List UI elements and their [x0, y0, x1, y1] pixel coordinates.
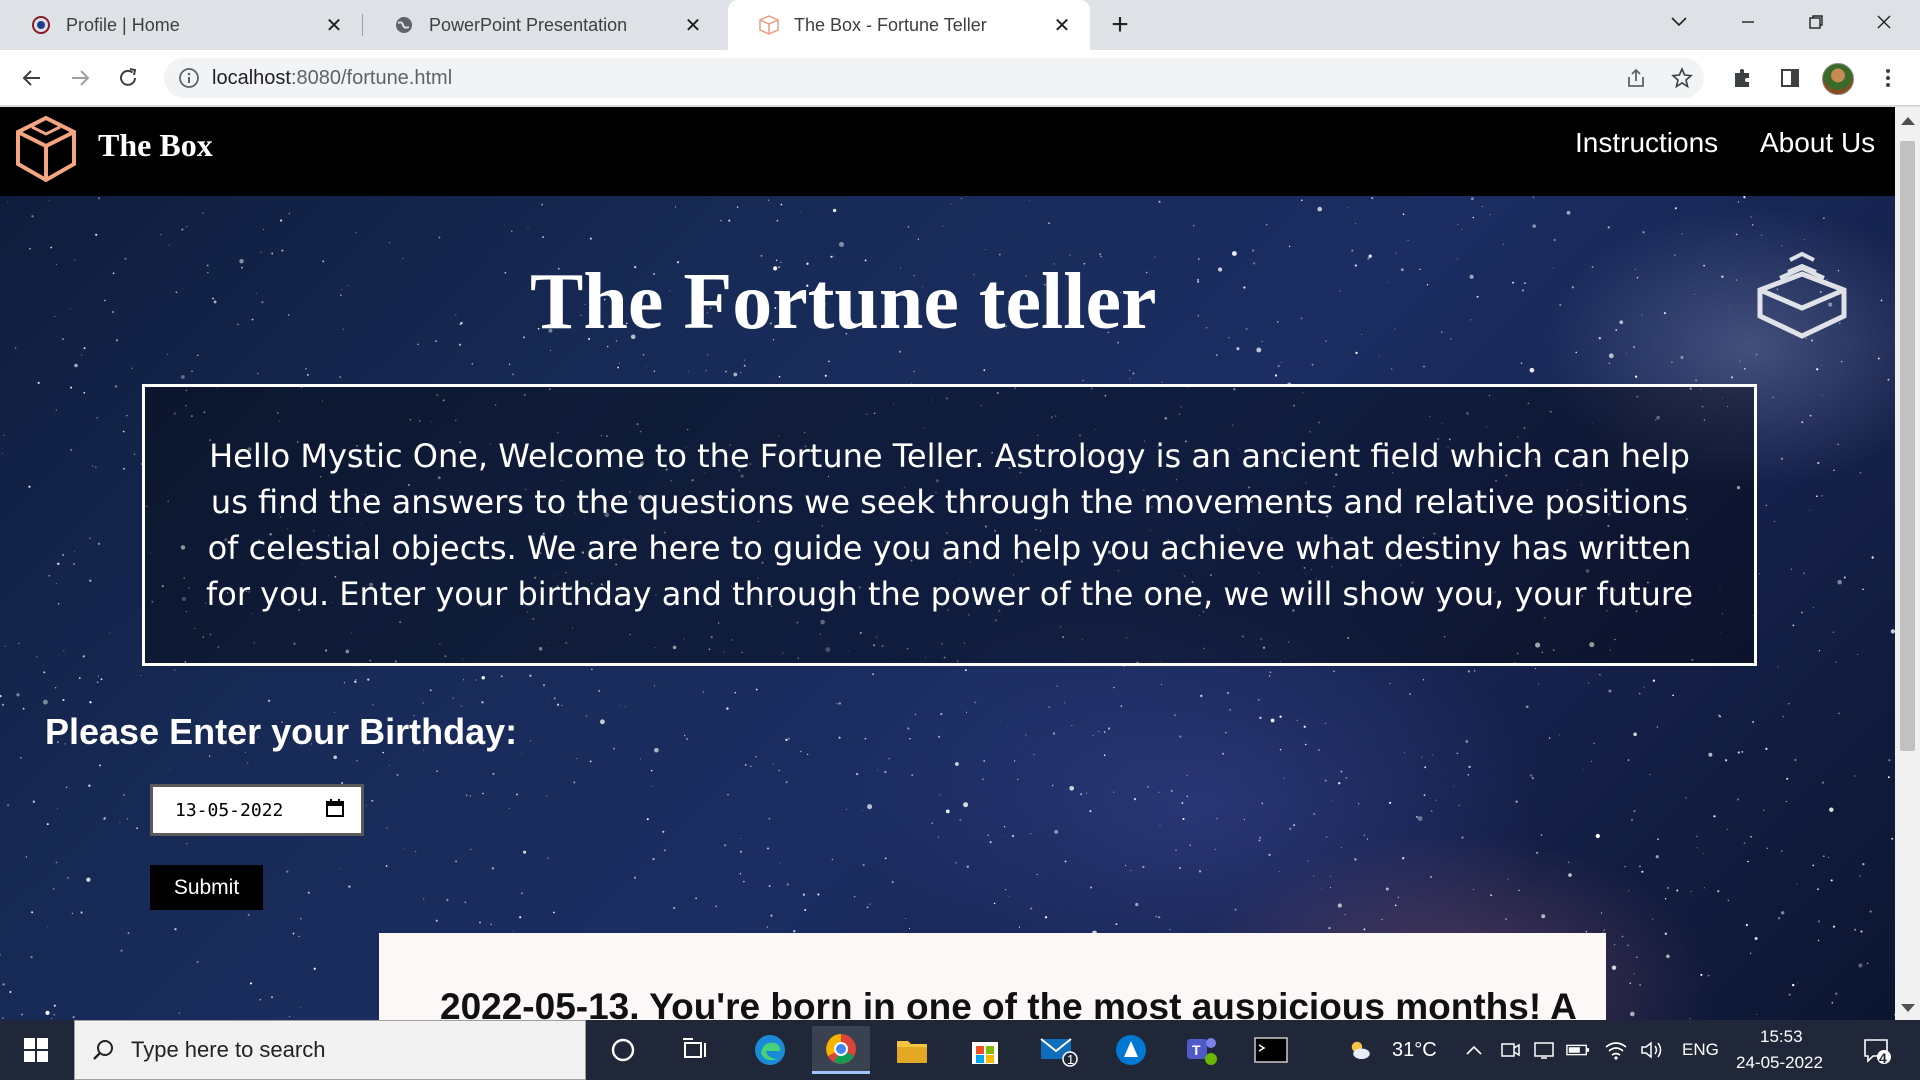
tab-profile-home[interactable]: Profile | Home ✕: [0, 0, 362, 50]
extensions-puzzle-icon[interactable]: [1726, 62, 1758, 94]
address-bar[interactable]: localhost:8080/fortune.html: [164, 58, 1704, 98]
mail-badge: 1: [1067, 1052, 1075, 1067]
birthday-date-input[interactable]: 13-05-2022: [150, 784, 364, 836]
profile-favicon-icon: [30, 14, 52, 36]
tab-fortune-teller[interactable]: The Box - Fortune Teller ✕: [728, 0, 1090, 50]
volume-icon[interactable]: [1640, 1038, 1664, 1062]
display-sync-icon[interactable]: [1532, 1038, 1556, 1062]
url-host: localhost: [212, 67, 291, 89]
tab-powerpoint[interactable]: PowerPoint Presentation ✕: [363, 0, 721, 50]
result-text: 2022-05-13. You're born in one of the mo…: [440, 986, 1577, 1020]
page-title: The Fortune teller: [530, 258, 1157, 346]
edge-browser-icon[interactable]: [741, 1026, 799, 1074]
site-navbar: The Box Instructions About Us: [0, 107, 1895, 196]
clock-time[interactable]: 15:53: [1760, 1027, 1803, 1047]
tab-search-icon[interactable]: [1649, 0, 1709, 44]
restore-icon[interactable]: [1786, 0, 1846, 44]
chrome-browser-icon[interactable]: [812, 1026, 870, 1074]
input-language[interactable]: ENG: [1682, 1040, 1719, 1060]
scrollbar-thumb[interactable]: [1900, 141, 1915, 751]
page-viewport: The Box Instructions About Us The Fortun…: [0, 107, 1895, 1020]
result-card: 2022-05-13. You're born in one of the mo…: [379, 933, 1606, 1020]
info-icon[interactable]: [178, 67, 200, 89]
notification-count: 4: [1879, 1050, 1887, 1066]
globe-icon: [393, 14, 415, 36]
nav-link-about-us[interactable]: About Us: [1760, 127, 1875, 159]
calendar-icon[interactable]: [325, 798, 345, 823]
browser-tab-strip: Profile | Home ✕ PowerPoint Presentation…: [0, 0, 1920, 50]
weather-temperature[interactable]: 31°C: [1392, 1039, 1437, 1062]
submit-button[interactable]: Submit: [150, 865, 263, 910]
scroll-down-arrow-icon[interactable]: [1901, 1004, 1915, 1012]
teams-icon[interactable]: T: [1172, 1026, 1230, 1074]
mail-icon[interactable]: 1: [1030, 1026, 1088, 1074]
back-arrow-icon[interactable]: [16, 62, 48, 94]
nav-link-instructions[interactable]: Instructions: [1575, 127, 1718, 159]
tab-title: PowerPoint Presentation: [429, 14, 628, 35]
minimize-icon[interactable]: [1718, 0, 1778, 44]
share-icon[interactable]: [1620, 62, 1652, 94]
close-window-icon[interactable]: [1854, 0, 1914, 44]
microsoft-store-icon[interactable]: [956, 1026, 1014, 1074]
windows-taskbar: Type here to search 1 T 31°C ENG 15:53 2…: [0, 1020, 1920, 1080]
search-placeholder: Type here to search: [131, 1037, 326, 1062]
box-logo-icon[interactable]: [14, 114, 78, 184]
tab-title: Profile | Home: [66, 14, 180, 35]
azure-icon[interactable]: [1102, 1026, 1160, 1074]
wifi-icon[interactable]: [1604, 1038, 1628, 1062]
tab-close-icon[interactable]: ✕: [681, 13, 705, 37]
birthday-label: Please Enter your Birthday:: [45, 711, 518, 752]
scroll-up-arrow-icon[interactable]: [1901, 117, 1915, 125]
taskbar-search-box[interactable]: Type here to search: [74, 1020, 586, 1080]
task-view-icon[interactable]: [666, 1026, 724, 1074]
box-favicon-icon: [758, 14, 780, 36]
weather-icon[interactable]: [1348, 1038, 1372, 1062]
box-watermark-icon: [1754, 250, 1850, 346]
new-tab-button[interactable]: +: [1104, 10, 1136, 42]
forward-arrow-icon[interactable]: [64, 62, 96, 94]
file-explorer-icon[interactable]: [883, 1026, 941, 1074]
bookmark-star-icon[interactable]: [1666, 62, 1698, 94]
cortana-icon[interactable]: [594, 1026, 652, 1074]
tab-title: The Box - Fortune Teller: [794, 14, 987, 35]
notification-center-icon[interactable]: [1862, 1036, 1892, 1066]
meet-now-icon[interactable]: [1498, 1038, 1522, 1062]
url-path: :8080/fortune.html: [290, 67, 453, 89]
birthday-date-value: 13-05-2022: [175, 799, 284, 821]
tab-close-icon[interactable]: ✕: [1050, 13, 1074, 37]
kebab-menu-icon[interactable]: [1872, 62, 1904, 94]
clock-date[interactable]: 24-05-2022: [1736, 1053, 1823, 1073]
site-brand[interactable]: The Box: [98, 127, 213, 164]
windows-start-icon[interactable]: [12, 1032, 60, 1068]
intro-text: Hello Mystic One, Welcome to the Fortune…: [205, 437, 1694, 613]
terminal-icon[interactable]: [1242, 1026, 1300, 1074]
svg-text:T: T: [1192, 1042, 1201, 1058]
side-panel-icon[interactable]: [1774, 62, 1806, 94]
intro-box: Hello Mystic One, Welcome to the Fortune…: [142, 384, 1757, 666]
tab-close-icon[interactable]: ✕: [322, 13, 346, 37]
reload-icon[interactable]: [112, 62, 144, 94]
profile-avatar[interactable]: [1822, 63, 1854, 95]
chevron-up-icon[interactable]: [1462, 1038, 1486, 1062]
url-text: localhost:8080/fortune.html: [212, 67, 452, 90]
browser-toolbar: localhost:8080/fortune.html: [0, 50, 1920, 106]
battery-icon[interactable]: [1566, 1038, 1590, 1062]
page-scrollbar[interactable]: [1895, 107, 1920, 1020]
search-icon: [75, 1038, 131, 1062]
